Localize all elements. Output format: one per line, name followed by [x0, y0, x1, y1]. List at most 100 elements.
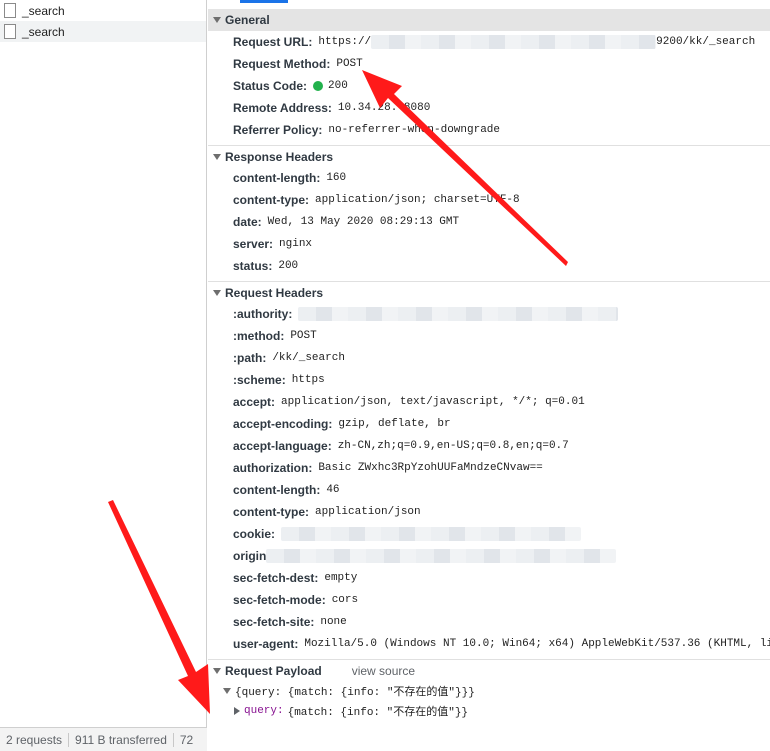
header-key: accept-encoding: — [233, 417, 333, 431]
header-key: server: — [233, 237, 274, 251]
transferred-size: 911 B transferred — [75, 732, 167, 747]
response-header-row: date: Wed, 13 May 2020 08:29:13 GMT — [208, 211, 770, 233]
response-header-row: server: nginx — [208, 233, 770, 255]
request-header-row: cookie: — [208, 523, 770, 545]
header-value: POST — [290, 330, 317, 342]
section-title: General — [225, 13, 270, 27]
header-value: 46 — [326, 484, 340, 496]
header-key: user-agent: — [233, 637, 299, 651]
request-url-row: Request URL: https:// 9200/kk/_search — [208, 31, 770, 53]
section-title: Request Headers — [225, 285, 324, 300]
header-value: Mozilla/5.0 (Windows NT 10.0; Win64; x64… — [304, 638, 770, 650]
request-row[interactable]: _search — [0, 21, 206, 42]
header-value: 200 — [328, 80, 348, 92]
request-header-row: :authority: — [208, 303, 770, 325]
header-key: sec-fetch-mode: — [233, 593, 326, 607]
status-ok-icon — [313, 81, 324, 91]
header-value: gzip, deflate, br — [338, 418, 451, 430]
header-value: https:// — [318, 36, 372, 48]
header-key: Status Code: — [233, 79, 308, 93]
request-header-row: content-length: 46 — [208, 479, 770, 501]
view-source-link[interactable]: view source — [352, 664, 415, 678]
header-value: POST — [336, 58, 363, 70]
resources-size: 72 — [179, 732, 194, 747]
header-key: status: — [233, 259, 273, 273]
request-header-row: :scheme: https — [208, 369, 770, 391]
request-header-row: accept-encoding: gzip, deflate, br — [208, 413, 770, 435]
request-count: 2 requests — [6, 732, 63, 747]
payload-summary-row[interactable]: {query: {match: {info: "不存在的值"}}} — [208, 681, 770, 701]
header-value: /kk/_search — [272, 352, 345, 364]
request-name: _search — [22, 3, 65, 18]
header-key: sec-fetch-dest: — [233, 571, 319, 585]
header-value: empty — [324, 572, 358, 584]
header-value: 10.34.28. 8080 — [337, 102, 431, 114]
header-key: Request URL: — [233, 35, 313, 49]
request-header-row: :method: POST — [208, 325, 770, 347]
expand-triangle-icon — [223, 688, 231, 694]
redacted-blur — [281, 527, 582, 541]
network-status-bar: 2 requests 911 B transferred 72 — [0, 727, 207, 751]
header-value: no-referrer-when-downgrade — [328, 124, 501, 136]
request-header-row: authorization: Basic ZWxhc3RpYzohUUFaMnd… — [208, 457, 770, 479]
header-key: :scheme: — [233, 373, 286, 387]
header-value: Wed, 13 May 2020 08:29:13 GMT — [267, 216, 460, 228]
expand-triangle-icon — [213, 289, 221, 296]
header-key: :path: — [233, 351, 267, 365]
response-header-row: status: 200 — [208, 255, 770, 277]
header-value: nginx — [279, 238, 313, 250]
header-value: 200 — [278, 260, 299, 272]
header-key: content-type: — [233, 193, 309, 207]
header-value: none — [320, 616, 347, 628]
referrer-policy-row: Referrer Policy: no-referrer-when-downgr… — [208, 119, 770, 141]
request-payload-section-header[interactable]: Request Payload view source — [208, 659, 770, 681]
request-header-row: origin — [208, 545, 770, 567]
header-value: 160 — [326, 172, 347, 184]
header-key: :authority: — [233, 307, 293, 321]
header-key: content-length: — [233, 483, 321, 497]
header-key: content-length: — [233, 171, 321, 185]
section-title: Request Payload — [225, 663, 322, 678]
expand-triangle-icon — [213, 17, 221, 23]
collapsed-triangle-icon — [234, 707, 240, 715]
header-value: application/json — [315, 506, 421, 518]
expand-triangle-icon — [213, 153, 221, 160]
request-header-row: sec-fetch-site: none — [208, 611, 770, 633]
response-header-row: content-type: application/json; charset=… — [208, 189, 770, 211]
header-key: authorization: — [233, 461, 313, 475]
response-header-row: content-length: 160 — [208, 167, 770, 189]
payload-value: {match: {info: "不存在的值"}} — [287, 707, 469, 719]
status-code-row: Status Code: 200 — [208, 75, 770, 97]
expand-triangle-icon — [213, 667, 221, 674]
request-headers-section-header[interactable]: Request Headers — [208, 281, 770, 303]
header-key: Referrer Policy: — [233, 123, 323, 137]
header-key: content-type: — [233, 505, 309, 519]
header-key: date: — [233, 215, 262, 229]
payload-key: query: — [244, 705, 284, 717]
header-value: cors — [331, 594, 359, 606]
request-row[interactable]: _search — [0, 0, 206, 21]
payload-summary: {query: {match: {info: "不存在的值"}}} — [235, 687, 475, 699]
header-value: https — [291, 374, 325, 386]
header-key: sec-fetch-site: — [233, 615, 315, 629]
header-value: Basic ZWxhc3RpYzohUUFaMndzeCNvaw== — [318, 462, 543, 474]
general-section-header[interactable]: General — [208, 9, 770, 31]
header-value: 9200/kk/_search — [656, 36, 756, 48]
request-header-row: content-type: application/json — [208, 501, 770, 523]
redacted-blur — [371, 35, 657, 49]
header-key: cookie: — [233, 527, 276, 541]
payload-query-row[interactable]: query: {match: {info: "不存在的值"}} — [208, 701, 770, 721]
header-key: accept-language: — [233, 439, 332, 453]
active-tab-indicator — [240, 0, 288, 3]
headers-detail-pane: General Request URL: https:// 9200/kk/_s… — [208, 0, 770, 751]
header-key: :method: — [233, 329, 285, 343]
document-icon — [4, 3, 16, 18]
request-name: _search — [22, 24, 65, 39]
request-list-pane: _search _search 2 requests 911 B transfe… — [0, 0, 207, 751]
redacted-blur — [266, 549, 617, 563]
redacted-blur — [298, 307, 619, 321]
header-value: zh-CN,zh;q=0.9,en-US;q=0.8,en;q=0.7 — [337, 440, 569, 452]
request-header-row: sec-fetch-mode: cors — [208, 589, 770, 611]
document-icon — [4, 24, 16, 39]
response-headers-section-header[interactable]: Response Headers — [208, 145, 770, 167]
